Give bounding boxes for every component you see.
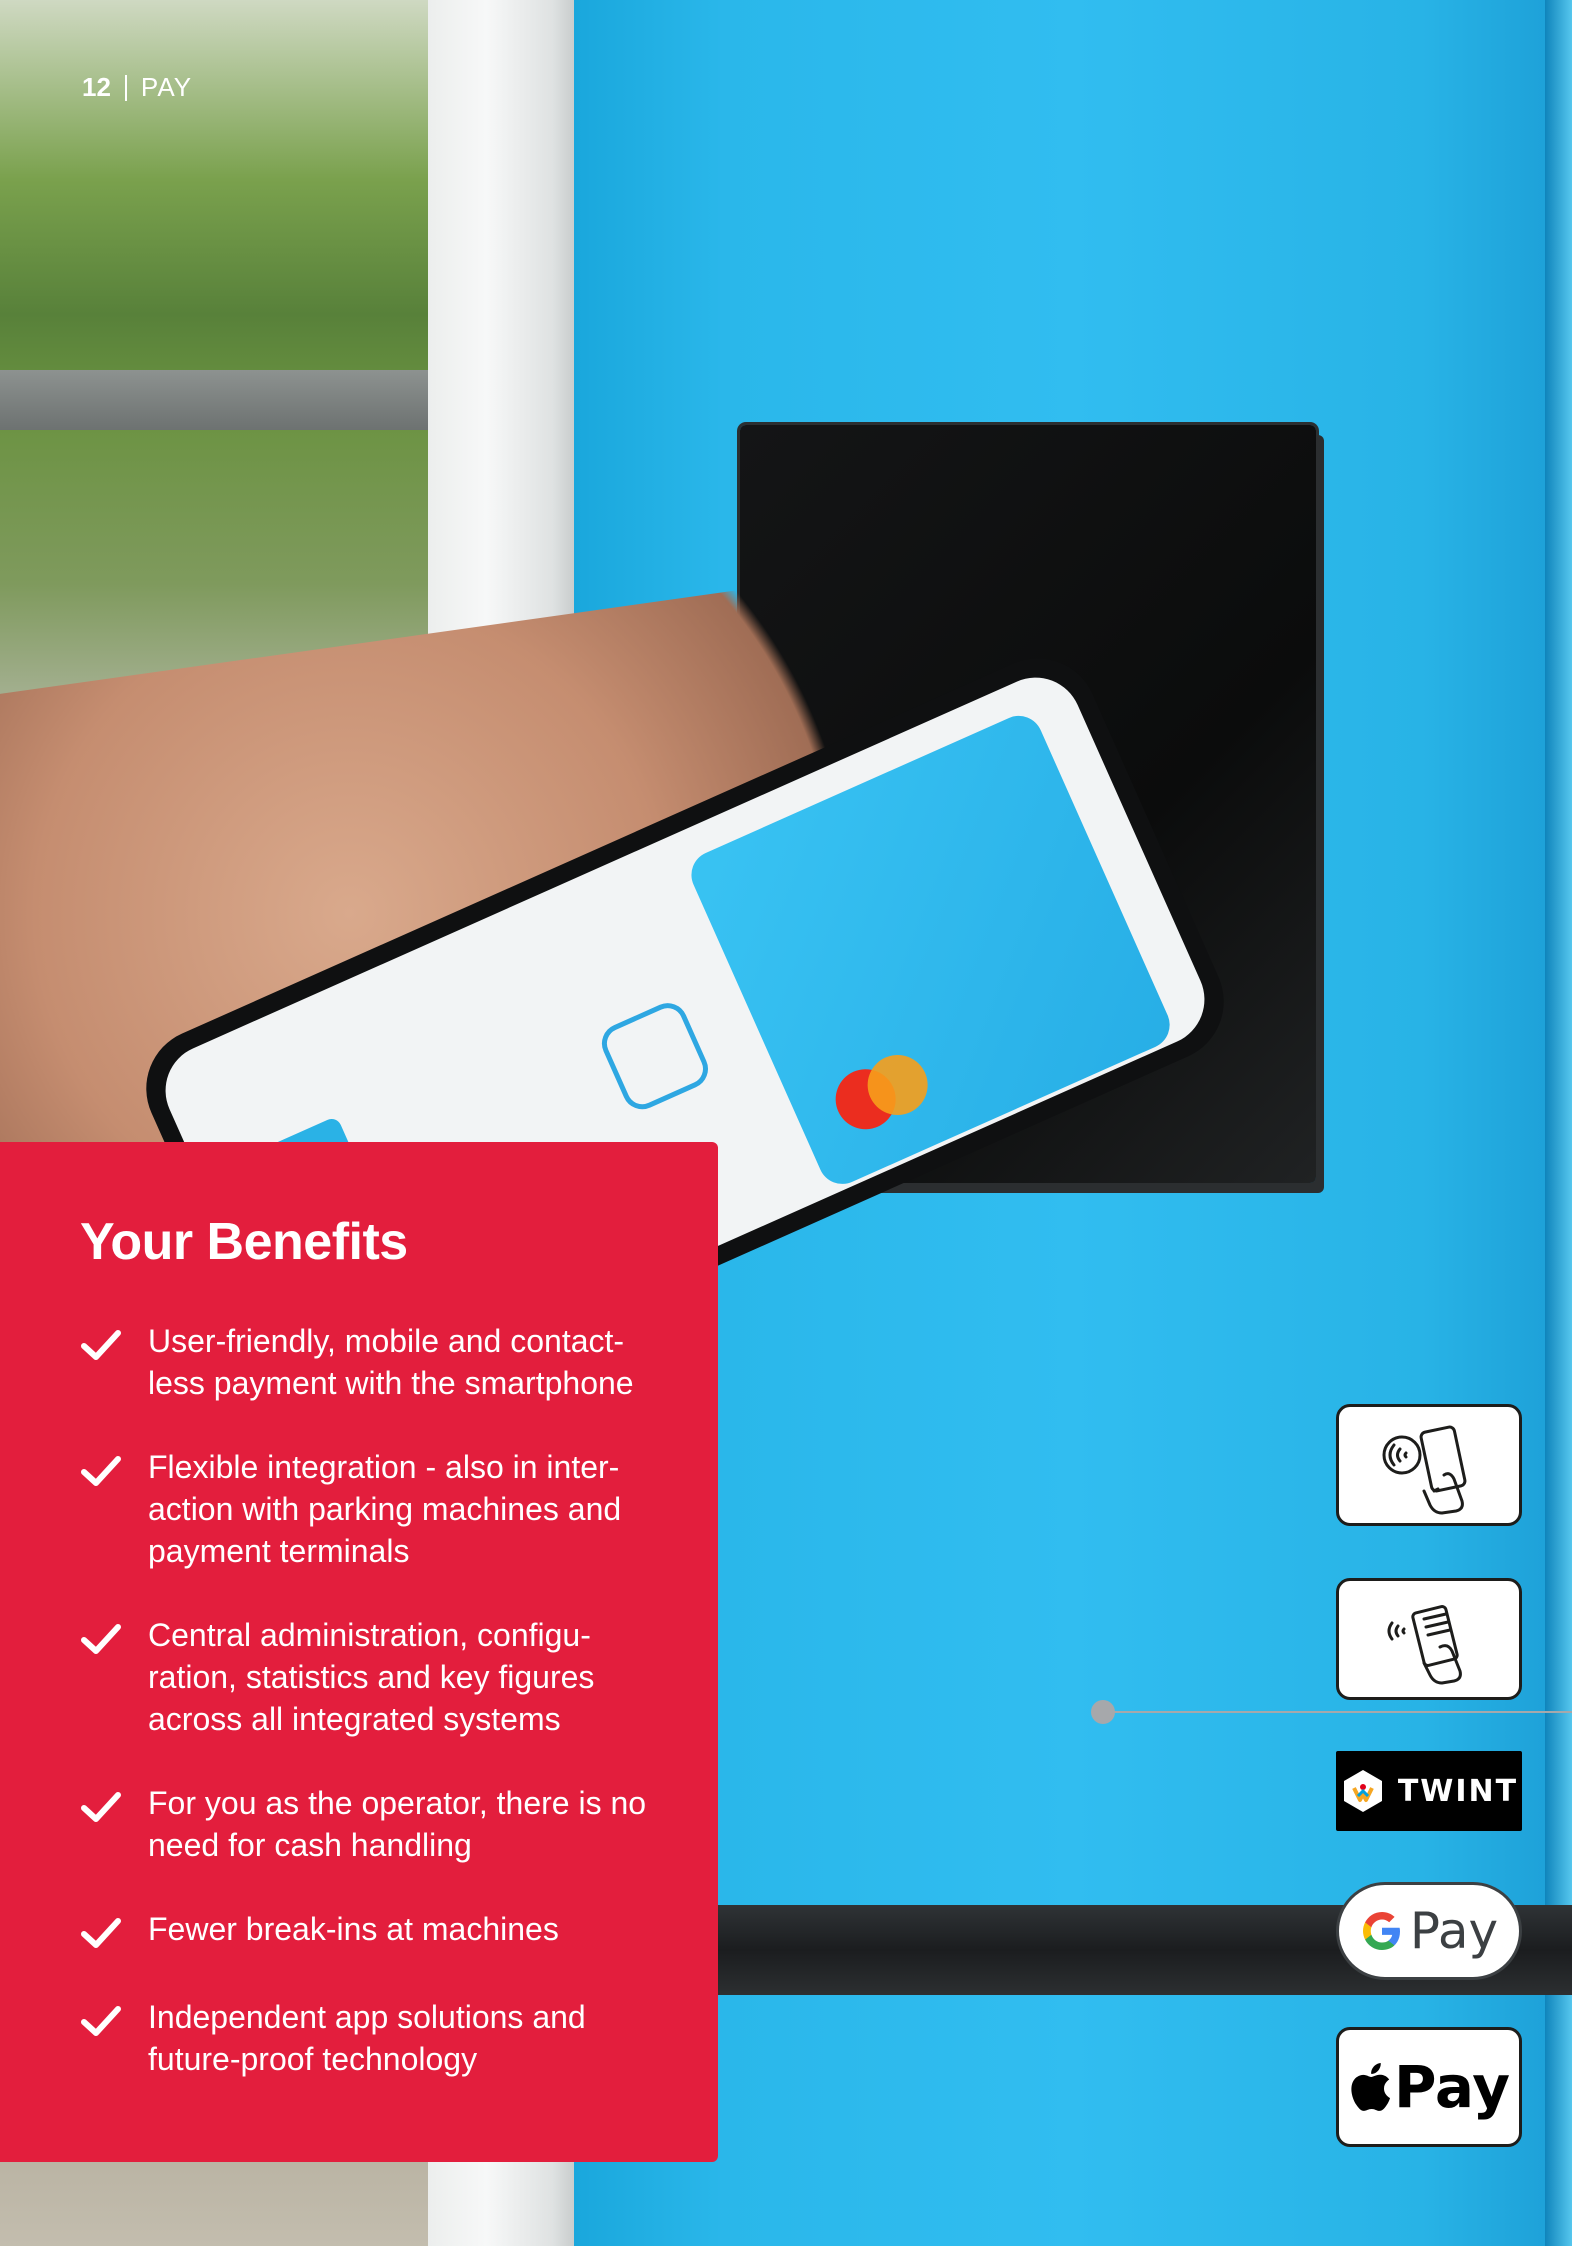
section-label: PAY — [140, 72, 193, 102]
benefit-text: User-friendly, mobile and contact- less … — [148, 1323, 634, 1401]
mobile-nfc-payment-badge — [1336, 1404, 1522, 1526]
twint-badge: TWINT — [1336, 1751, 1522, 1831]
benefit-text: Flexible integration - also in inter- ac… — [148, 1449, 622, 1569]
benefit-text: Fewer break-ins at machines — [148, 1911, 559, 1947]
benefit-text: Independent app solutions and future-pro… — [148, 1999, 586, 2077]
google-pay-badge: Pay — [1336, 1882, 1522, 1980]
google-pay-label: Pay — [1409, 1902, 1499, 1960]
contactless-card-badge — [1336, 1578, 1522, 1700]
face-id-icon — [595, 996, 715, 1116]
contactless-card-icon — [1387, 1605, 1462, 1685]
list-item: Fewer break-ins at machines — [80, 1908, 718, 1954]
header-divider — [124, 74, 127, 101]
apple-logo-icon — [1351, 2063, 1390, 2111]
twint-label: TWINT — [1397, 1773, 1519, 1809]
apple-pay-label: Pay — [1393, 2053, 1511, 2121]
list-item: For you as the operator, there is no nee… — [80, 1782, 718, 1866]
list-item: Flexible integration - also in inter- ac… — [80, 1446, 718, 1572]
connector-line — [1110, 1711, 1572, 1713]
list-item: User-friendly, mobile and contact- less … — [80, 1320, 718, 1404]
benefit-text: Central administration, configu- ration,… — [148, 1617, 595, 1737]
benefit-text: For you as the operator, there is no nee… — [148, 1785, 647, 1863]
checkmark-icon — [81, 1918, 121, 1948]
benefits-list: User-friendly, mobile and contact- less … — [80, 1320, 718, 2080]
list-item: Independent app solutions and future-pro… — [80, 1996, 718, 2080]
page-number: 12 — [82, 72, 111, 102]
google-g-icon — [1362, 1912, 1400, 1950]
twint-logo — [1343, 1770, 1382, 1812]
checkmark-icon — [81, 1792, 121, 1822]
list-item: Central administration, configu- ration,… — [80, 1614, 718, 1740]
checkmark-icon — [81, 2006, 121, 2036]
checkmark-icon — [81, 1456, 121, 1486]
benefits-panel: Your Benefits User-friendly, mobile and … — [0, 1142, 718, 2162]
mobile-nfc-payment-icon — [1382, 1425, 1467, 1515]
benefits-title: Your Benefits — [80, 1213, 408, 1271]
checkmark-icon — [81, 1330, 121, 1360]
apple-pay-badge: Pay — [1336, 2027, 1522, 2147]
checkmark-icon — [81, 1624, 121, 1654]
page-header: 12 PAY — [82, 72, 192, 103]
